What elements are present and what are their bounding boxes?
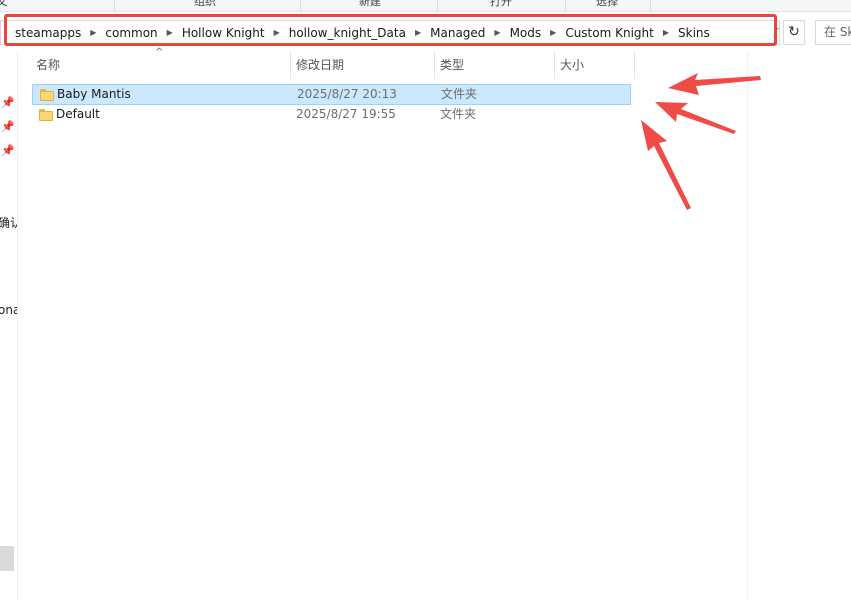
refresh-icon: ↻ — [788, 24, 800, 40]
ribbon-bar: 夂 组织 新建 打开 选择 — [0, 0, 851, 12]
pin-icon[interactable]: 📌 — [1, 120, 15, 133]
folder-icon — [40, 89, 54, 101]
folder-icon — [39, 109, 53, 121]
ribbon-divider — [437, 0, 438, 11]
file-row-default[interactable]: Default 2025/8/27 19:55 文件夹 — [32, 105, 631, 126]
column-divider[interactable] — [634, 51, 635, 79]
annotation-arrow-3 — [641, 120, 691, 210]
ribbon-group-select[interactable]: 选择 — [562, 0, 652, 11]
file-type: 文件夹 — [440, 107, 477, 121]
refresh-button[interactable]: ↻ — [783, 20, 805, 45]
column-header-name[interactable]: 名称 — [30, 51, 290, 79]
column-header-size[interactable]: 大小 — [554, 51, 634, 79]
pin-icon[interactable]: 📌 — [1, 96, 15, 109]
pane-divider — [747, 51, 748, 600]
file-row-baby-mantis[interactable]: Baby Mantis 2025/8/27 20:13 文件夹 — [32, 84, 631, 105]
file-name: Default — [56, 107, 100, 121]
file-date: 2025/8/27 20:13 — [297, 87, 397, 101]
annotation-arrow-2 — [655, 102, 736, 134]
ribbon-group-open[interactable]: 打开 — [456, 0, 546, 11]
column-header-date[interactable]: 修改日期 — [290, 51, 434, 79]
nav-item-fragment[interactable]: 确认 — [0, 214, 17, 231]
column-header-type[interactable]: 类型 — [434, 51, 554, 79]
ribbon-divider — [300, 0, 301, 11]
file-type: 文件夹 — [441, 87, 478, 101]
file-name: Baby Mantis — [57, 87, 131, 101]
search-input[interactable]: 在 Skins — [815, 20, 851, 45]
pin-icon[interactable]: 📌 — [1, 144, 15, 157]
navigation-pane: 📌 📌 📌 确认 ona — [0, 51, 18, 600]
ribbon-group-new[interactable]: 新建 — [325, 0, 415, 11]
nav-item-fragment[interactable]: ona — [0, 303, 17, 317]
nav-scrollbar-thumb[interactable] — [0, 546, 14, 571]
ribbon-group-organize[interactable]: 组织 — [160, 0, 250, 11]
ribbon-fragment: 夂 — [0, 0, 8, 11]
file-date: 2025/8/27 19:55 — [296, 107, 396, 121]
address-highlight-box — [4, 14, 777, 46]
ribbon-divider — [650, 0, 651, 11]
ribbon-divider — [114, 0, 115, 11]
